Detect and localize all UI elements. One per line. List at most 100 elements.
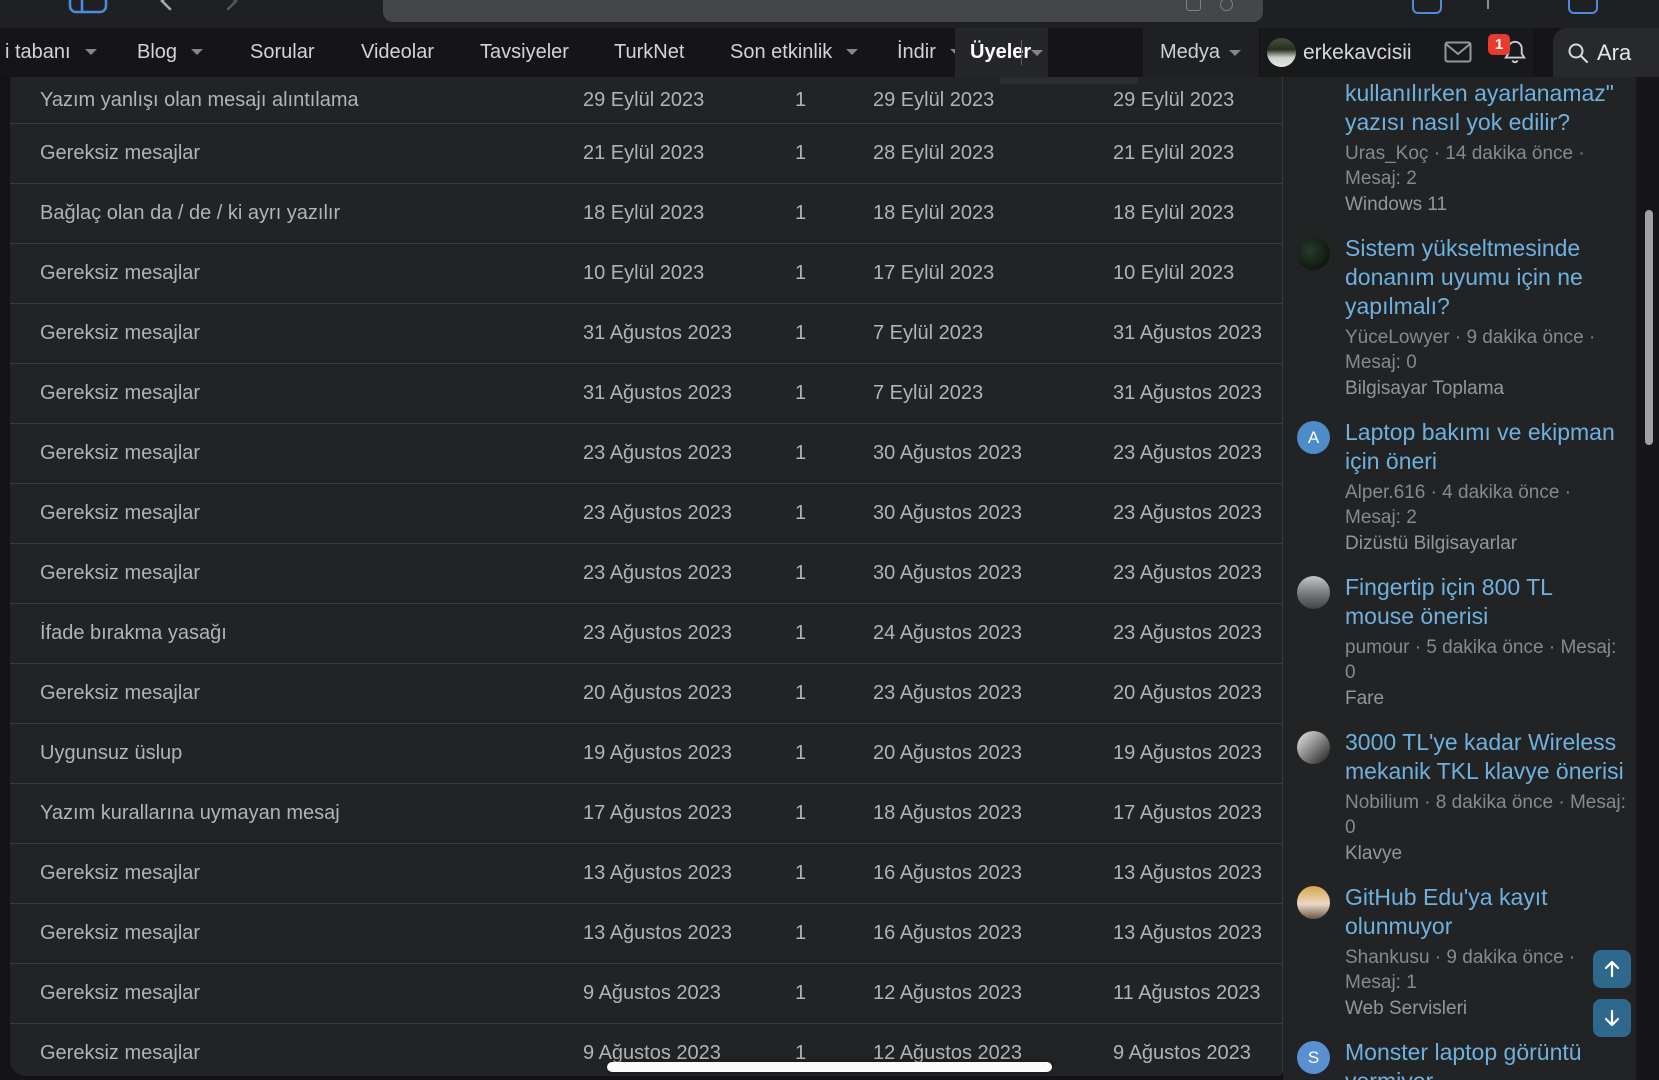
warning-expiry-cell: 7 Eylül 2023 — [873, 322, 984, 344]
forward-chevron-icon[interactable] — [224, 0, 240, 11]
list-item: GitHub Edu'ya kayıt olunmuyor Shankusu ·… — [1283, 883, 1636, 1021]
nav-item-sorular[interactable]: Sorular — [250, 28, 314, 77]
post-text-block: 3000 TL'ye kadar Wireless mekanik TKL kl… — [1345, 728, 1626, 866]
forum-category-link[interactable]: Klavye — [1345, 841, 1626, 866]
warning-date-cell: 9 Ağustos 2023 — [583, 982, 721, 1004]
forum-category-link[interactable]: Windows 11 — [1345, 192, 1626, 217]
latest-posts-list: kullanılırken ayarlanamaz" yazısı nasıl … — [1283, 79, 1636, 1080]
poster-name-link[interactable]: Nobilium — [1345, 792, 1419, 813]
poster-name-link[interactable]: YüceLowyer — [1345, 327, 1450, 348]
share-icon[interactable] — [1412, 0, 1442, 14]
nav-item-blog[interactable]: Blog — [137, 28, 204, 77]
thread-title-link[interactable]: Fingertip için 800 TL mouse önerisi — [1345, 573, 1626, 631]
warning-end-cell: 29 Eylül 2023 — [1113, 88, 1235, 111]
poster-avatar[interactable]: S — [1297, 1041, 1330, 1074]
search-button[interactable]: Ara — [1553, 28, 1659, 77]
column-header-remnant — [1000, 77, 1138, 84]
table-row[interactable]: Gereksiz mesajlar 10 Eylül 2023 1 17 Eyl… — [10, 243, 1282, 303]
poster-avatar[interactable] — [1297, 731, 1330, 764]
chevron-down-icon — [84, 48, 97, 55]
table-row[interactable]: Gereksiz mesajlar 20 Ağustos 2023 1 23 A… — [10, 663, 1282, 723]
nav-item-indir[interactable]: İndir — [897, 28, 962, 77]
new-tab-icon[interactable] — [1568, 0, 1598, 14]
arrow-down-icon — [1604, 1009, 1620, 1027]
nav-item-knowledge-base[interactable]: i tabanı — [5, 28, 97, 77]
warning-points-cell: 1 — [795, 682, 807, 704]
back-chevron-icon[interactable] — [158, 0, 174, 11]
warning-date-cell: 10 Eylül 2023 — [583, 262, 705, 284]
warning-title-cell: Gereksiz mesajlar — [40, 142, 201, 164]
thread-title-link[interactable]: GitHub Edu'ya kayıt olunmuyor — [1345, 883, 1626, 941]
warning-points-cell: 1 — [795, 502, 807, 524]
table-row[interactable]: Gereksiz mesajlar 23 Ağustos 2023 1 30 A… — [10, 423, 1282, 483]
nav-item-tavsiyeler[interactable]: Tavsiyeler — [480, 28, 569, 77]
post-meta: Uras_Koç · 14 dakika önce · Mesaj: 2 — [1345, 143, 1585, 189]
nav-item-medya[interactable]: Medya — [1143, 28, 1259, 77]
forum-category-link[interactable]: Bilgisayar Toplama — [1345, 376, 1626, 401]
reader-icon[interactable] — [1186, 0, 1201, 11]
warning-title-cell: Gereksiz mesajlar — [40, 922, 201, 944]
nav-item-videolar[interactable]: Videolar — [361, 28, 434, 77]
post-text-block: Laptop bakımı ve ekipman için öneri Alpe… — [1345, 418, 1626, 556]
warning-points-cell: 1 — [795, 142, 807, 164]
sidebar-toggle-icon[interactable] — [68, 0, 108, 14]
table-row[interactable]: Gereksiz mesajlar 23 Ağustos 2023 1 30 A… — [10, 543, 1282, 603]
nav-item-uyeler-active[interactable]: Üyeler — [955, 28, 1048, 77]
tab-caret-divider — [1021, 40, 1022, 65]
post-text-block: Sistem yükseltmesinde donanım uyumu için… — [1345, 234, 1626, 401]
table-row[interactable]: Gereksiz mesajlar 31 Ağustos 2023 1 7 Ey… — [10, 363, 1282, 423]
warning-end-cell: 23 Ağustos 2023 — [1113, 442, 1263, 464]
table-row[interactable]: İfade bırakma yasağı 23 Ağustos 2023 1 2… — [10, 603, 1282, 663]
address-bar[interactable] — [383, 0, 1263, 22]
poster-name-link[interactable]: Uras_Koç — [1345, 143, 1428, 164]
nav-item-son-etkinlik[interactable]: Son etkinlik — [730, 28, 859, 77]
scroll-to-top-button[interactable] — [1593, 950, 1631, 988]
page-scrollbar-track[interactable] — [1636, 77, 1659, 1080]
chevron-down-icon[interactable] — [1031, 50, 1043, 56]
warning-date-cell: 23 Ağustos 2023 — [583, 442, 733, 464]
warning-expiry-cell: 24 Ağustos 2023 — [873, 622, 1023, 644]
poster-avatar[interactable]: A — [1297, 421, 1330, 454]
table-row[interactable]: Gereksiz mesajlar 21 Eylül 2023 1 28 Eyl… — [10, 123, 1282, 183]
poster-avatar[interactable] — [1297, 237, 1330, 270]
warning-date-cell: 23 Ağustos 2023 — [583, 562, 733, 584]
table-row[interactable]: Bağlaç olan da / de / ki ayrı yazılır 18… — [10, 183, 1282, 243]
table-row[interactable]: Gereksiz mesajlar 13 Ağustos 2023 1 16 A… — [10, 903, 1282, 963]
poster-avatar[interactable] — [1297, 886, 1330, 919]
warning-title-cell: Gereksiz mesajlar — [40, 682, 201, 704]
poster-name-link[interactable]: Shankusu — [1345, 947, 1430, 968]
warnings-table-body: Yazım yanlışı olan mesajı alıntılama 29 … — [10, 77, 1282, 1076]
alert-count-badge: 1 — [1488, 34, 1510, 55]
table-row[interactable]: Gereksiz mesajlar 23 Ağustos 2023 1 30 A… — [10, 483, 1282, 543]
poster-avatar[interactable] — [1297, 576, 1330, 609]
thread-title-link[interactable]: Sistem yükseltmesinde donanım uyumu için… — [1345, 234, 1626, 321]
warning-expiry-cell: 18 Ağustos 2023 — [873, 802, 1023, 824]
page-scrollbar-thumb[interactable] — [1645, 210, 1653, 445]
refresh-icon[interactable] — [1220, 0, 1233, 11]
thread-title-link[interactable]: Monster laptop görüntü vermiyor — [1345, 1038, 1626, 1080]
horizontal-scrollbar-thumb[interactable] — [607, 1062, 1052, 1072]
table-row[interactable]: Yazım kurallarına uymayan mesaj 17 Ağust… — [10, 783, 1282, 843]
forum-category-link[interactable]: Dizüstü Bilgisayarlar — [1345, 531, 1626, 556]
table-row[interactable]: Gereksiz mesajlar 31 Ağustos 2023 1 7 Ey… — [10, 303, 1282, 363]
poster-name-link[interactable]: Alper.616 — [1345, 482, 1425, 503]
warning-points-cell: 1 — [795, 382, 807, 404]
poster-name-link[interactable]: pumour — [1345, 637, 1409, 658]
thread-title-link[interactable]: kullanılırken ayarlanamaz" yazısı nasıl … — [1345, 79, 1626, 137]
warning-expiry-cell: 30 Ağustos 2023 — [873, 502, 1023, 524]
warning-end-cell: 31 Ağustos 2023 — [1113, 322, 1263, 344]
envelope-icon[interactable] — [1444, 41, 1472, 63]
username-label[interactable]: erkekavcisii — [1303, 28, 1412, 77]
table-row[interactable]: Uygunsuz üslup 19 Ağustos 2023 1 20 Ağus… — [10, 723, 1282, 783]
forum-category-link[interactable]: Fare — [1345, 686, 1626, 711]
scroll-to-bottom-button[interactable] — [1593, 999, 1631, 1037]
search-label: Ara — [1597, 40, 1632, 65]
nav-item-turknet[interactable]: TurkNet — [614, 28, 684, 77]
table-row[interactable]: Gereksiz mesajlar 9 Ağustos 2023 1 12 Ağ… — [10, 963, 1282, 1023]
thread-title-link[interactable]: 3000 TL'ye kadar Wireless mekanik TKL kl… — [1345, 728, 1626, 786]
table-row[interactable]: Gereksiz mesajlar 13 Ağustos 2023 1 16 A… — [10, 843, 1282, 903]
forum-category-link[interactable]: Web Servisleri — [1345, 996, 1626, 1021]
warning-end-cell: 10 Eylül 2023 — [1113, 262, 1235, 284]
user-avatar[interactable] — [1267, 38, 1296, 67]
thread-title-link[interactable]: Laptop bakımı ve ekipman için öneri — [1345, 418, 1626, 476]
